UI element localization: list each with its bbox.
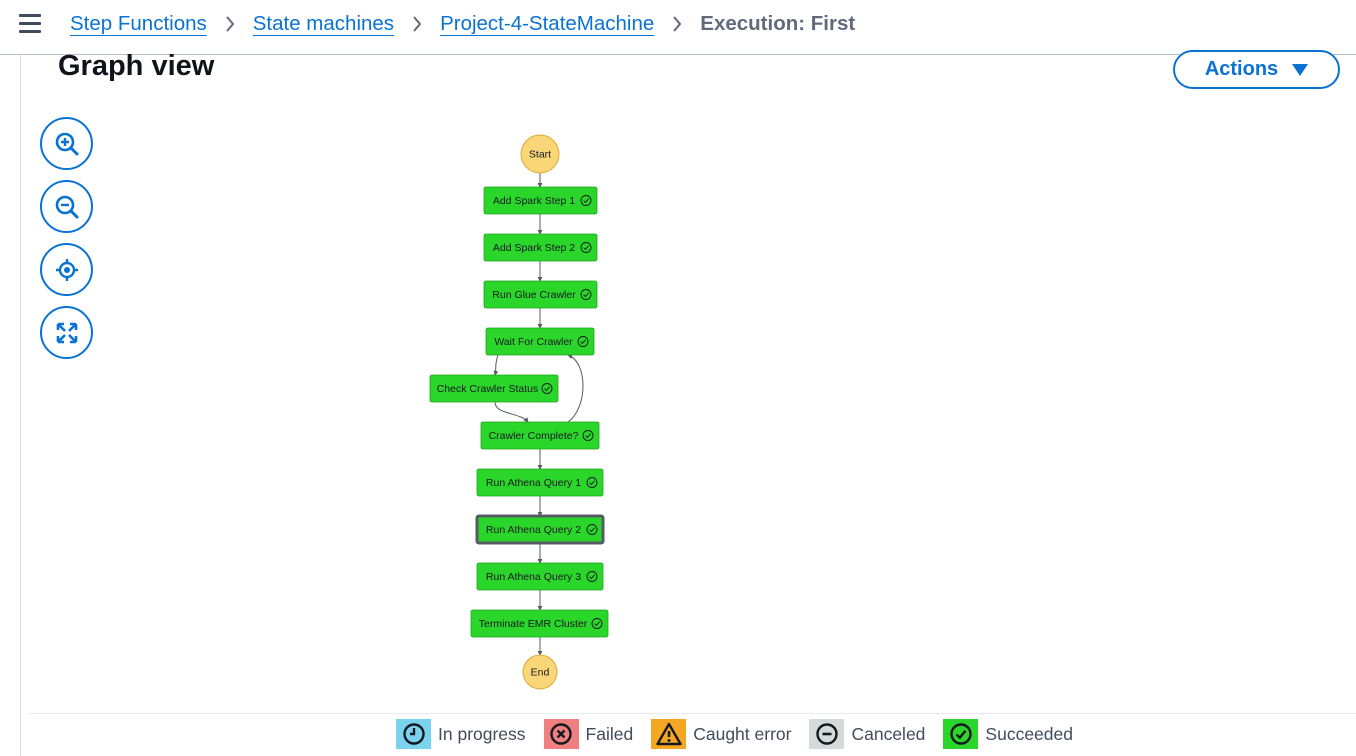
legend-caught-error: Caught error [651, 719, 791, 749]
warning-icon [656, 722, 682, 746]
x-circle-icon [550, 723, 572, 745]
state-label: Wait For Crawler [494, 336, 573, 348]
state-label: Check Crawler Status [437, 383, 539, 395]
minus-circle-icon [816, 723, 838, 745]
state-add-spark-step-2[interactable]: Add Spark Step 2 [483, 233, 598, 262]
legend-label: Succeeded [985, 723, 1073, 744]
legend-canceled: Canceled [809, 719, 925, 749]
end-node[interactable]: End [522, 654, 558, 690]
state-terminate-emr-cluster[interactable]: Terminate EMR Cluster [470, 609, 609, 638]
state-label: Run Glue Crawler [492, 289, 576, 301]
clock-icon [402, 723, 425, 745]
state-machine-graph: Start End Add Spark Step 1 Add Spark Step 2… [429, 134, 609, 690]
state-label: Add Spark Step 2 [493, 242, 575, 254]
loop-back-edge [567, 354, 584, 423]
state-wait-for-crawler[interactable]: Wait For Crawler [485, 327, 595, 356]
legend-swatch [943, 719, 979, 749]
legend-failed: Failed [543, 719, 634, 749]
state-run-athena-query-1[interactable]: Run Athena Query 1 [476, 468, 604, 497]
state-run-athena-query-3[interactable]: Run Athena Query 3 [476, 562, 604, 591]
state-crawler-complete[interactable]: Crawler Complete? [480, 421, 600, 450]
start-node-label: Start [529, 149, 551, 161]
legend-divider [28, 713, 1356, 714]
legend-swatch [809, 719, 845, 749]
legend-swatch [651, 719, 687, 749]
state-add-spark-step-1[interactable]: Add Spark Step 1 [483, 186, 598, 215]
legend-label: Failed [585, 723, 634, 744]
state-label: Add Spark Step 1 [493, 195, 575, 207]
check-circle-icon [950, 723, 972, 745]
state-label: Run Athena Query 2 [486, 524, 581, 536]
legend-swatch [543, 719, 579, 749]
legend-in-progress: In progress [396, 719, 526, 749]
end-node-label: End [531, 667, 550, 679]
legend-label: In progress [438, 723, 526, 744]
legend-label: Caught error [693, 723, 792, 744]
state-label: Terminate EMR Cluster [479, 618, 588, 630]
legend-succeeded: Succeeded [943, 719, 1073, 749]
start-node[interactable]: Start [520, 134, 560, 174]
state-check-crawler-status[interactable]: Check Crawler Status [429, 374, 559, 403]
transition-edge [493, 354, 499, 376]
state-run-glue-crawler[interactable]: Run Glue Crawler [483, 280, 598, 309]
state-label: Run Athena Query 1 [486, 477, 581, 489]
state-label: Run Athena Query 3 [486, 571, 581, 583]
legend-swatch [396, 719, 431, 749]
status-legend: In progress Failed Caught error Canceled… [396, 719, 1091, 749]
legend-label: Canceled [851, 723, 926, 744]
transition-edge [494, 401, 529, 423]
state-run-athena-query-2[interactable]: Run Athena Query 2 [475, 514, 605, 545]
state-label: Crawler Complete? [489, 430, 579, 442]
